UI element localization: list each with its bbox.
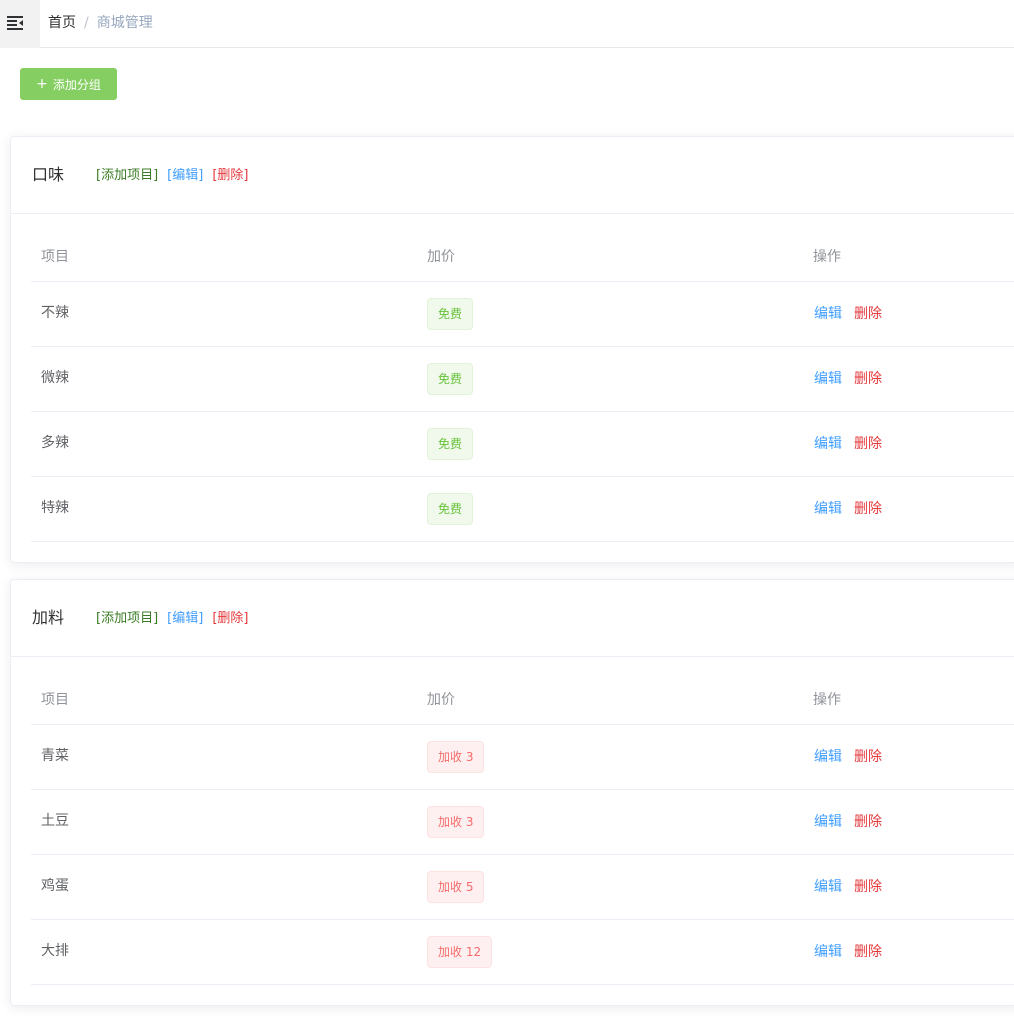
item-name: 微辣	[41, 370, 69, 386]
delete-group-link[interactable]: [删除]	[212, 168, 248, 183]
edit-item-button[interactable]: 编辑	[814, 748, 842, 766]
column-header-ops: 操作	[813, 249, 841, 265]
table-row: 微辣 免费 编辑 删除	[31, 347, 1014, 412]
edit-group-link[interactable]: [编辑]	[167, 611, 203, 626]
items-table: 项目 加价 操作 不辣 免费 编辑 删除 微辣 免费 编辑 删除 多辣 免费 编辑 删除 特辣 免费 编辑 删除	[31, 235, 1014, 542]
group-title: 加料	[32, 608, 65, 627]
edit-item-button[interactable]: 编辑	[814, 370, 842, 388]
delete-item-button[interactable]: 删除	[854, 943, 882, 961]
table-row: 多辣 免费 编辑 删除	[31, 412, 1014, 477]
menu-fold-icon	[7, 16, 23, 30]
price-tag: 加收 5	[427, 871, 485, 903]
plus-icon: +	[36, 76, 48, 92]
price-tag: 加收 3	[427, 806, 485, 838]
price-tag: 加收 12	[427, 936, 493, 968]
table-row: 特辣 免费 编辑 删除	[31, 477, 1014, 542]
edit-item-button[interactable]: 编辑	[814, 813, 842, 831]
price-tag: 免费	[427, 493, 474, 525]
table-row: 青菜 加收 3 编辑 删除	[31, 725, 1014, 790]
column-header-price: 加价	[427, 692, 455, 708]
group-card: 口味 [添加项目] [编辑] [删除] 项目 加价 操作 不辣 免费 编辑 删除 微辣 免费 编辑 删除 多辣…	[10, 136, 1014, 563]
breadcrumb-home[interactable]: 首页	[48, 15, 76, 31]
group-card: 加料 [添加项目] [编辑] [删除] 项目 加价 操作 青菜 加收 3 编辑 删除 土豆 加收 3 编辑…	[10, 579, 1014, 1006]
table-header: 项目 加价 操作	[31, 235, 1014, 282]
add-item-link[interactable]: [添加项目]	[96, 611, 158, 626]
column-header-item: 项目	[41, 692, 69, 708]
price-tag: 免费	[427, 428, 474, 460]
item-name: 特辣	[41, 500, 69, 516]
group-card-header: 口味 [添加项目] [编辑] [删除]	[11, 137, 1014, 214]
add-item-link[interactable]: [添加项目]	[96, 168, 158, 183]
items-table: 项目 加价 操作 青菜 加收 3 编辑 删除 土豆 加收 3 编辑 删除 鸡蛋 加收 5 编辑 删除 大排 加收…	[31, 678, 1014, 985]
group-title: 口味	[32, 165, 65, 184]
group-card-header: 加料 [添加项目] [编辑] [删除]	[11, 580, 1014, 657]
delete-group-link[interactable]: [删除]	[212, 611, 248, 626]
delete-item-button[interactable]: 删除	[854, 305, 882, 323]
table-row: 土豆 加收 3 编辑 删除	[31, 790, 1014, 855]
item-name: 青菜	[41, 748, 69, 764]
delete-item-button[interactable]: 删除	[854, 878, 882, 896]
column-header-ops: 操作	[813, 692, 841, 708]
item-name: 不辣	[41, 305, 69, 321]
edit-item-button[interactable]: 编辑	[814, 878, 842, 896]
table-row: 大排 加收 12 编辑 删除	[31, 920, 1014, 985]
table-row: 不辣 免费 编辑 删除	[31, 282, 1014, 347]
column-header-item: 项目	[41, 249, 69, 265]
breadcrumb: 首页 / 商城管理	[48, 14, 153, 32]
item-name: 多辣	[41, 435, 69, 451]
breadcrumb-current: 商城管理	[96, 15, 153, 31]
top-navbar: 首页 / 商城管理	[0, 0, 1014, 48]
column-header-price: 加价	[427, 249, 455, 265]
breadcrumb-separator: /	[84, 15, 89, 31]
table-row: 鸡蛋 加收 5 编辑 删除	[31, 855, 1014, 920]
group-actions: [添加项目] [编辑] [删除]	[96, 167, 257, 185]
add-group-button[interactable]: + 添加分组	[20, 68, 117, 100]
price-tag: 免费	[427, 363, 474, 395]
delete-item-button[interactable]: 删除	[854, 813, 882, 831]
delete-item-button[interactable]: 删除	[854, 435, 882, 453]
item-name: 土豆	[41, 813, 69, 829]
edit-item-button[interactable]: 编辑	[814, 435, 842, 453]
delete-item-button[interactable]: 删除	[854, 748, 882, 766]
delete-item-button[interactable]: 删除	[854, 500, 882, 518]
table-header: 项目 加价 操作	[31, 678, 1014, 725]
item-name: 大排	[41, 943, 69, 959]
edit-item-button[interactable]: 编辑	[814, 943, 842, 961]
item-name: 鸡蛋	[41, 878, 69, 894]
add-group-label: 添加分组	[52, 77, 101, 92]
group-actions: [添加项目] [编辑] [删除]	[96, 610, 257, 628]
hamburger-fold-icon[interactable]	[0, 0, 40, 48]
edit-item-button[interactable]: 编辑	[814, 500, 842, 518]
edit-group-link[interactable]: [编辑]	[167, 168, 203, 183]
delete-item-button[interactable]: 删除	[854, 370, 882, 388]
price-tag: 加收 3	[427, 741, 485, 773]
edit-item-button[interactable]: 编辑	[814, 305, 842, 323]
price-tag: 免费	[427, 298, 474, 330]
